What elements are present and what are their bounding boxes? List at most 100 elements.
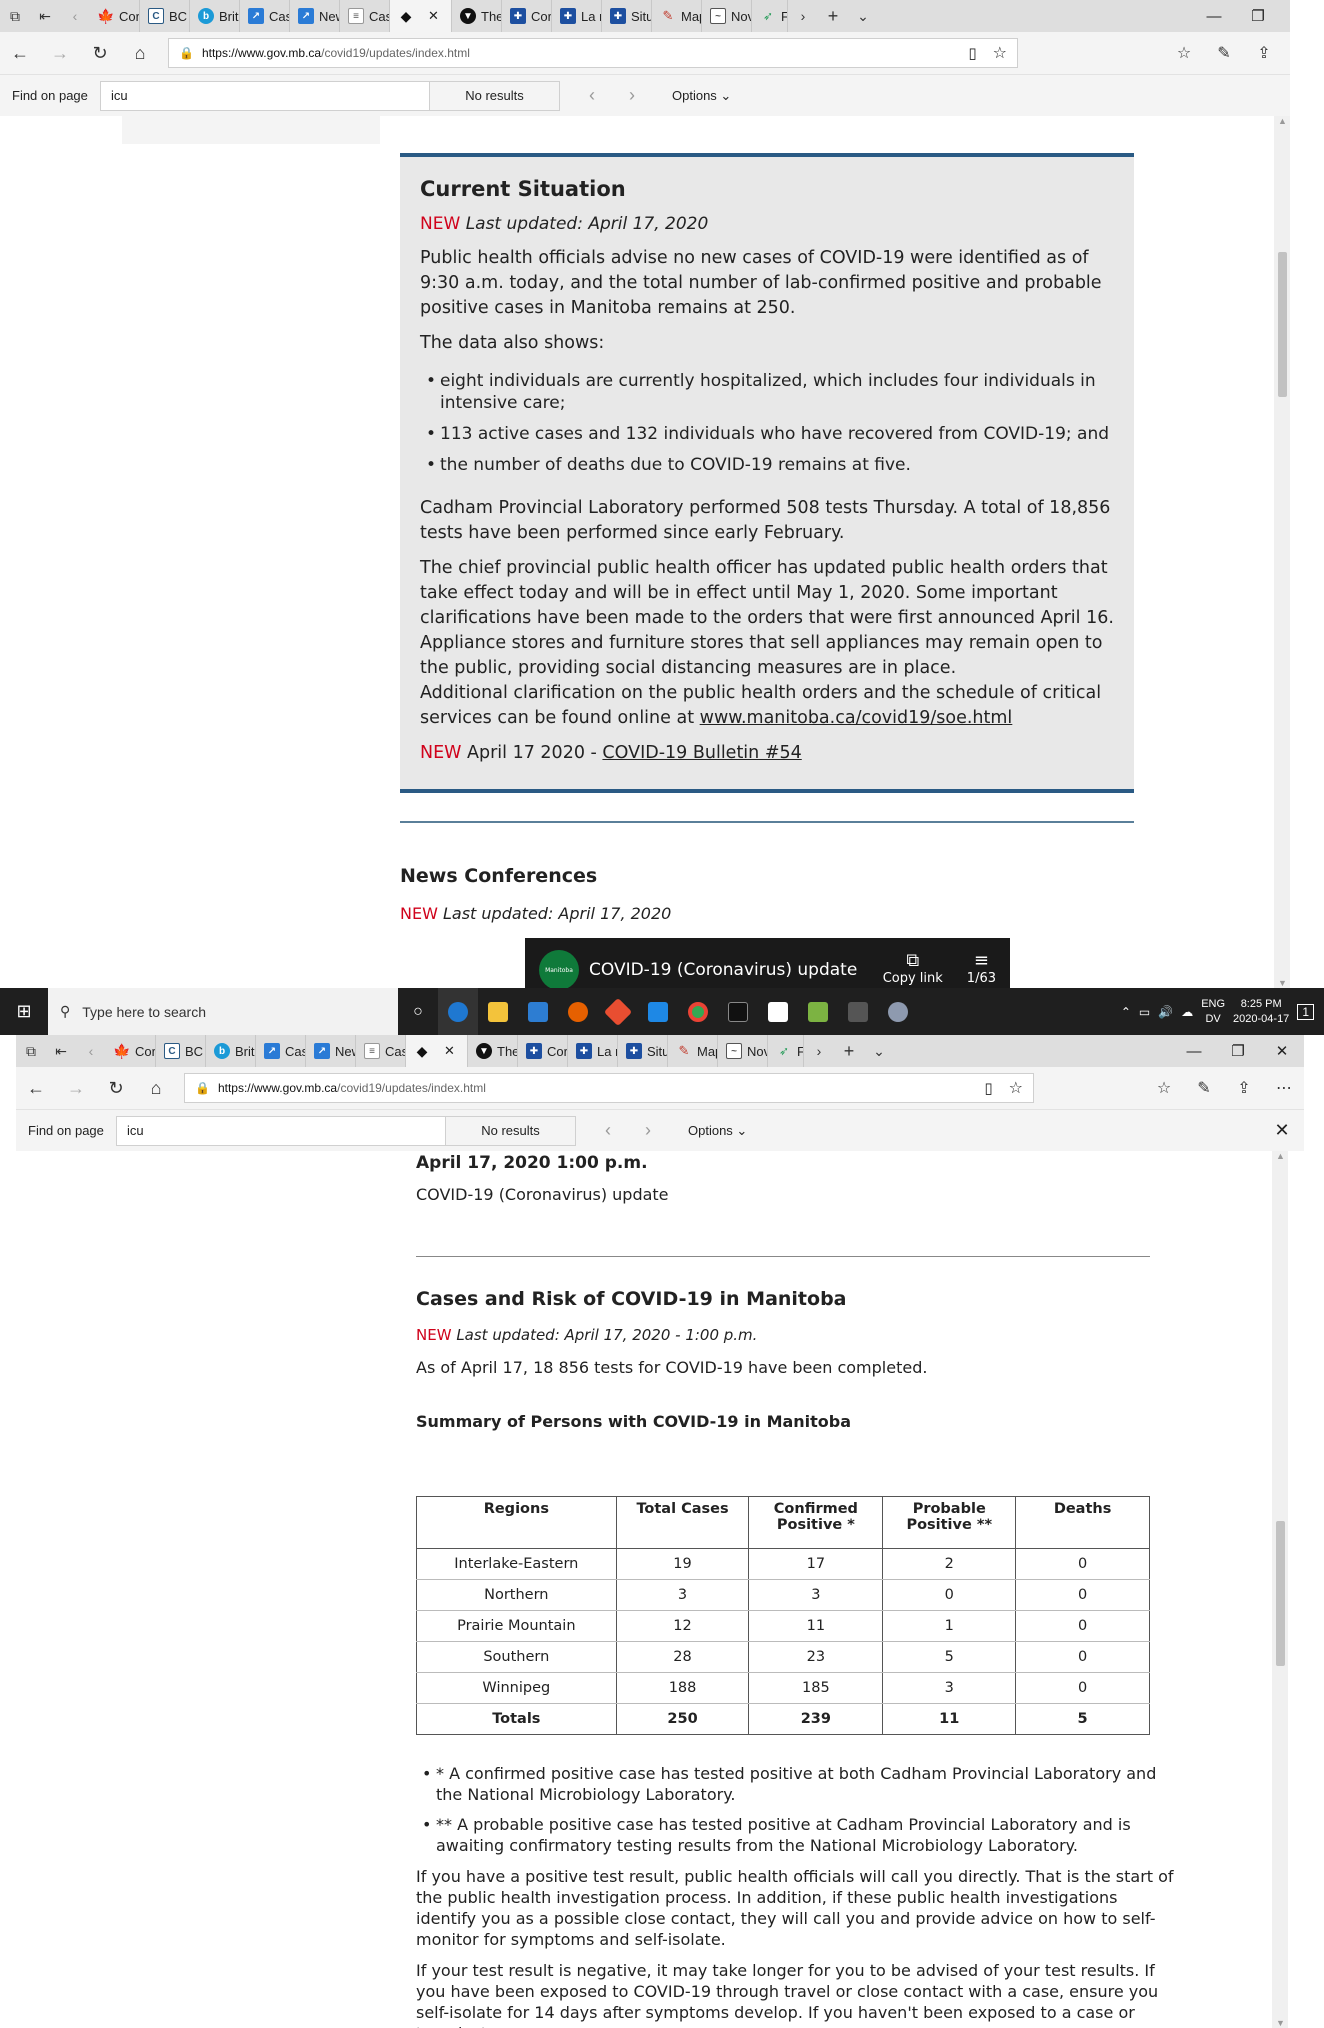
refresh-icon[interactable]: ↻ (96, 1067, 136, 1109)
set-aside-tabs-icon[interactable]: ⇤ (30, 0, 60, 32)
scroll-up-icon[interactable]: ▲ (1274, 116, 1291, 126)
minimize-icon[interactable]: — (1192, 0, 1236, 32)
forward-icon[interactable]: → (40, 32, 80, 74)
terminal-icon[interactable] (718, 988, 758, 1035)
favorites-icon[interactable]: ☆ (1164, 32, 1204, 74)
tab-preview-icon[interactable]: ⧉ (16, 1035, 46, 1067)
tab[interactable]: ↗Case (256, 1035, 306, 1067)
bulletin-link[interactable]: COVID-19 Bulletin #54 (602, 743, 801, 763)
chevron-down-icon[interactable]: ⌄ (848, 0, 878, 32)
tab[interactable]: ✚La n (568, 1035, 618, 1067)
restore-icon[interactable]: ❐ (1236, 0, 1280, 32)
tab[interactable]: 🍁Coro (90, 0, 140, 32)
tab[interactable]: ≡Case (340, 0, 390, 32)
tab[interactable]: ➶F (752, 0, 788, 32)
find-next-icon[interactable]: › (612, 85, 652, 106)
tab-preview-icon[interactable]: ⧉ (0, 0, 30, 32)
close-tab-icon[interactable]: ✕ (428, 8, 439, 24)
tab[interactable]: b Briti (206, 1035, 256, 1067)
new-tab-icon[interactable]: + (818, 0, 848, 32)
scroll-tabs-left-icon[interactable]: ‹ (60, 0, 90, 32)
paint-icon[interactable] (878, 988, 918, 1035)
new-tab-icon[interactable]: + (834, 1035, 864, 1067)
tab[interactable]: ↗Case (240, 0, 290, 32)
minimize-icon[interactable]: — (1172, 1035, 1216, 1067)
scroll-thumb[interactable] (1278, 252, 1287, 397)
scroll-down-icon[interactable]: ▼ (1274, 978, 1291, 988)
network-icon[interactable]: ▭ (1139, 1005, 1150, 1019)
notes-pen-icon[interactable]: ✎ (1204, 32, 1244, 74)
tab[interactable]: ▼ The (468, 1035, 518, 1067)
playlist-button[interactable]: ≡ 1/63 (967, 950, 996, 986)
find-next-icon[interactable]: › (628, 1120, 668, 1141)
tab[interactable]: ➶F (768, 1035, 804, 1067)
close-find-icon[interactable]: ✕ (1260, 1120, 1304, 1141)
url-field[interactable]: 🔒 https://www.gov.mb.ca/covid19/updates/… (168, 38, 1018, 68)
volume-icon[interactable]: 🔊 (1158, 1005, 1173, 1019)
language-indicator[interactable]: ENG DV (1201, 997, 1225, 1027)
tab-active[interactable]: ◆ ✕ (390, 0, 452, 32)
share-icon[interactable]: ⇪ (1224, 1067, 1264, 1109)
calculator-icon[interactable] (838, 988, 878, 1035)
tab-active[interactable]: ◆ ✕ (406, 1035, 468, 1067)
tab[interactable]: ↗New (306, 1035, 356, 1067)
tab[interactable]: ✚Coro (502, 0, 552, 32)
tab[interactable]: ↗New (290, 0, 340, 32)
find-options-button[interactable]: Options ⌄ (672, 88, 731, 104)
copy-link-button[interactable]: ⧉ Copy link (883, 950, 943, 986)
firefox-icon[interactable] (558, 988, 598, 1035)
tab[interactable]: ≡Case (356, 1035, 406, 1067)
favorite-star-icon[interactable]: ☆ (993, 43, 1007, 63)
home-icon[interactable]: ⌂ (136, 1067, 176, 1109)
forward-icon[interactable]: → (56, 1067, 96, 1109)
close-window-icon[interactable]: ✕ (1260, 1035, 1304, 1067)
tab[interactable]: CBC C (140, 0, 190, 32)
home-icon[interactable]: ⌂ (120, 32, 160, 74)
tab[interactable]: ✚ Situ (602, 0, 652, 32)
scroll-thumb[interactable] (1276, 1521, 1285, 1666)
find-previous-icon[interactable]: ‹ (572, 85, 612, 106)
tab[interactable]: 🍁Coro (106, 1035, 156, 1067)
vertical-scrollbar[interactable]: ▲ ▼ (1274, 116, 1290, 988)
reading-view-icon[interactable]: ▯ (968, 44, 976, 62)
scroll-tabs-right-icon[interactable]: › (804, 1035, 834, 1067)
task-view-icon[interactable]: ○ (398, 988, 438, 1035)
find-options-button[interactable]: Options ⌄ (688, 1123, 747, 1139)
find-input[interactable] (100, 80, 430, 111)
scroll-down-icon[interactable]: ▼ (1272, 2018, 1289, 2028)
url-field[interactable]: 🔒 https://www.gov.mb.ca/covid19/updates/… (184, 1073, 1034, 1103)
tab[interactable]: ✚ Situ (618, 1035, 668, 1067)
mail-icon[interactable] (638, 988, 678, 1035)
find-previous-icon[interactable]: ‹ (588, 1120, 628, 1141)
restore-icon[interactable]: ❐ (1216, 1035, 1260, 1067)
scroll-tabs-left-icon[interactable]: ‹ (76, 1035, 106, 1067)
file-explorer-icon[interactable] (478, 988, 518, 1035)
chevron-down-icon[interactable]: ⌄ (864, 1035, 894, 1067)
clock[interactable]: 8:25 PM 2020-04-17 (1233, 997, 1289, 1027)
tab[interactable]: ✚La n (552, 0, 602, 32)
tab[interactable]: CBC C (156, 1035, 206, 1067)
vertical-scrollbar[interactable]: ▲ ▼ (1272, 1151, 1288, 2028)
refresh-icon[interactable]: ↻ (80, 32, 120, 74)
close-tab-icon[interactable]: ✕ (444, 1043, 455, 1059)
tray-chevron-icon[interactable]: ⌃ (1121, 1005, 1131, 1019)
cloud-icon[interactable]: ☁ (1181, 1005, 1193, 1019)
chart-app-icon[interactable] (798, 988, 838, 1035)
set-aside-tabs-icon[interactable]: ⇤ (46, 1035, 76, 1067)
tab[interactable]: ▼ The (452, 0, 502, 32)
tab[interactable]: ~ Nov (718, 1035, 768, 1067)
windows-start-icon[interactable]: ⊞ (0, 988, 48, 1035)
scroll-tabs-right-icon[interactable]: › (788, 0, 818, 32)
more-icon[interactable]: ⋯ (1264, 1067, 1304, 1109)
favorite-star-icon[interactable]: ☆ (1009, 1078, 1023, 1098)
edge-icon[interactable] (438, 988, 478, 1035)
tab[interactable]: ✎Map (652, 0, 702, 32)
tab[interactable]: b Briti (190, 0, 240, 32)
git-icon[interactable] (598, 988, 638, 1035)
back-icon[interactable]: ← (0, 32, 40, 74)
chrome-icon[interactable] (678, 988, 718, 1035)
find-input[interactable] (116, 1115, 446, 1146)
video-title[interactable]: COVID-19 (Coronavirus) update (589, 960, 857, 980)
tab[interactable]: ~ Nov (702, 0, 752, 32)
store-icon[interactable] (518, 988, 558, 1035)
